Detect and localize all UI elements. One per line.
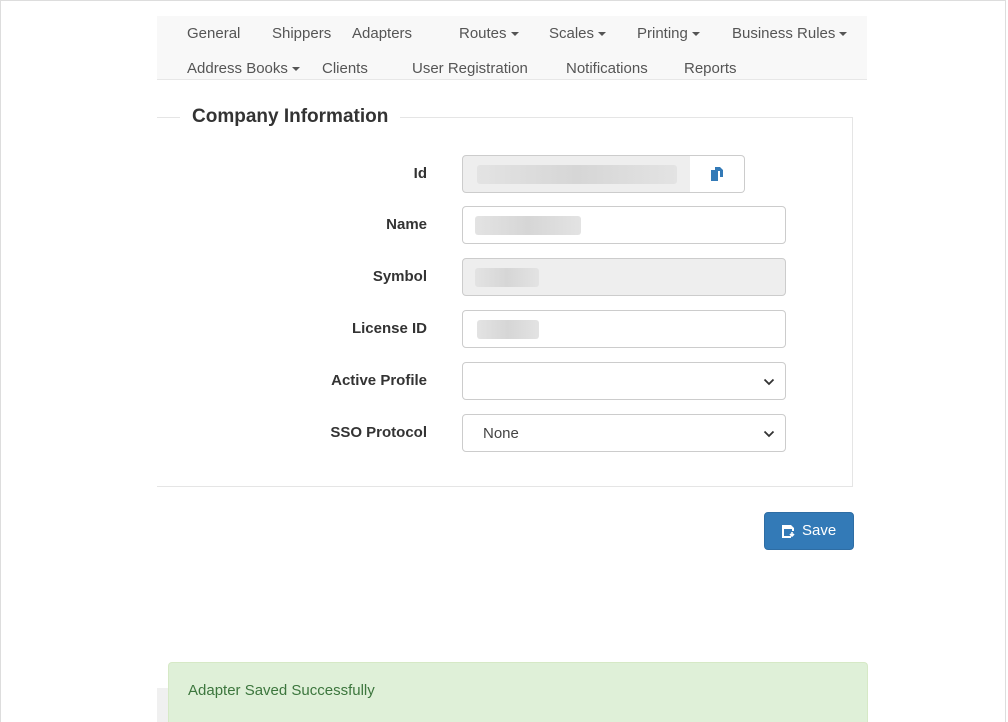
redacted-value [475, 216, 581, 235]
sso-protocol-label: SSO Protocol [330, 424, 427, 441]
chevron-down-icon [763, 378, 775, 386]
nav-shippers[interactable]: Shippers [272, 23, 331, 45]
caret-down-icon [510, 32, 519, 37]
license-id-field[interactable] [462, 310, 786, 348]
copy-id-button[interactable] [690, 155, 745, 193]
active-profile-select[interactable] [462, 362, 786, 400]
nav-general[interactable]: General [187, 23, 240, 45]
success-alert: Adapter Saved Successfully [168, 662, 868, 722]
chevron-down-icon [763, 430, 775, 438]
name-label: Name [386, 216, 427, 233]
redacted-value [477, 165, 677, 184]
nav-routes[interactable]: Routes [459, 23, 519, 45]
alert-message: Adapter Saved Successfully [188, 682, 375, 699]
nav-address-books[interactable]: Address Books [187, 58, 300, 80]
redacted-value [475, 268, 539, 287]
nav-business-rules[interactable]: Business Rules [732, 23, 848, 45]
floppy-save-icon [782, 525, 795, 538]
caret-down-icon [598, 32, 607, 37]
nav-adapters[interactable]: Adapters [352, 23, 412, 45]
symbol-label: Symbol [372, 268, 427, 285]
nav-notifications[interactable]: Notifications [566, 58, 648, 80]
save-button-label: Save [802, 522, 837, 539]
nav-reports[interactable]: Reports [684, 58, 737, 80]
nav-scales[interactable]: Scales [549, 23, 607, 45]
copy-icon [711, 167, 723, 181]
redacted-value [477, 320, 539, 339]
license-id-label: License ID [351, 320, 427, 337]
fieldset-legend: Company Information [180, 104, 401, 130]
name-field[interactable] [462, 206, 786, 244]
nav-printing[interactable]: Printing [637, 23, 700, 45]
id-label: Id [413, 165, 427, 182]
settings-navbar: General Shippers Adapters Routes Scales … [157, 16, 867, 80]
caret-down-icon [291, 67, 300, 72]
nav-user-registration[interactable]: User Registration [412, 58, 528, 80]
caret-down-icon [839, 32, 848, 37]
sso-protocol-value: None [483, 425, 519, 442]
caret-down-icon [691, 32, 700, 37]
nav-clients[interactable]: Clients [322, 58, 368, 80]
symbol-field[interactable] [462, 258, 786, 296]
id-field[interactable] [462, 155, 691, 193]
active-profile-label: Active Profile [331, 372, 427, 389]
sso-protocol-select[interactable]: None [462, 414, 786, 452]
save-button[interactable]: Save [764, 512, 854, 550]
